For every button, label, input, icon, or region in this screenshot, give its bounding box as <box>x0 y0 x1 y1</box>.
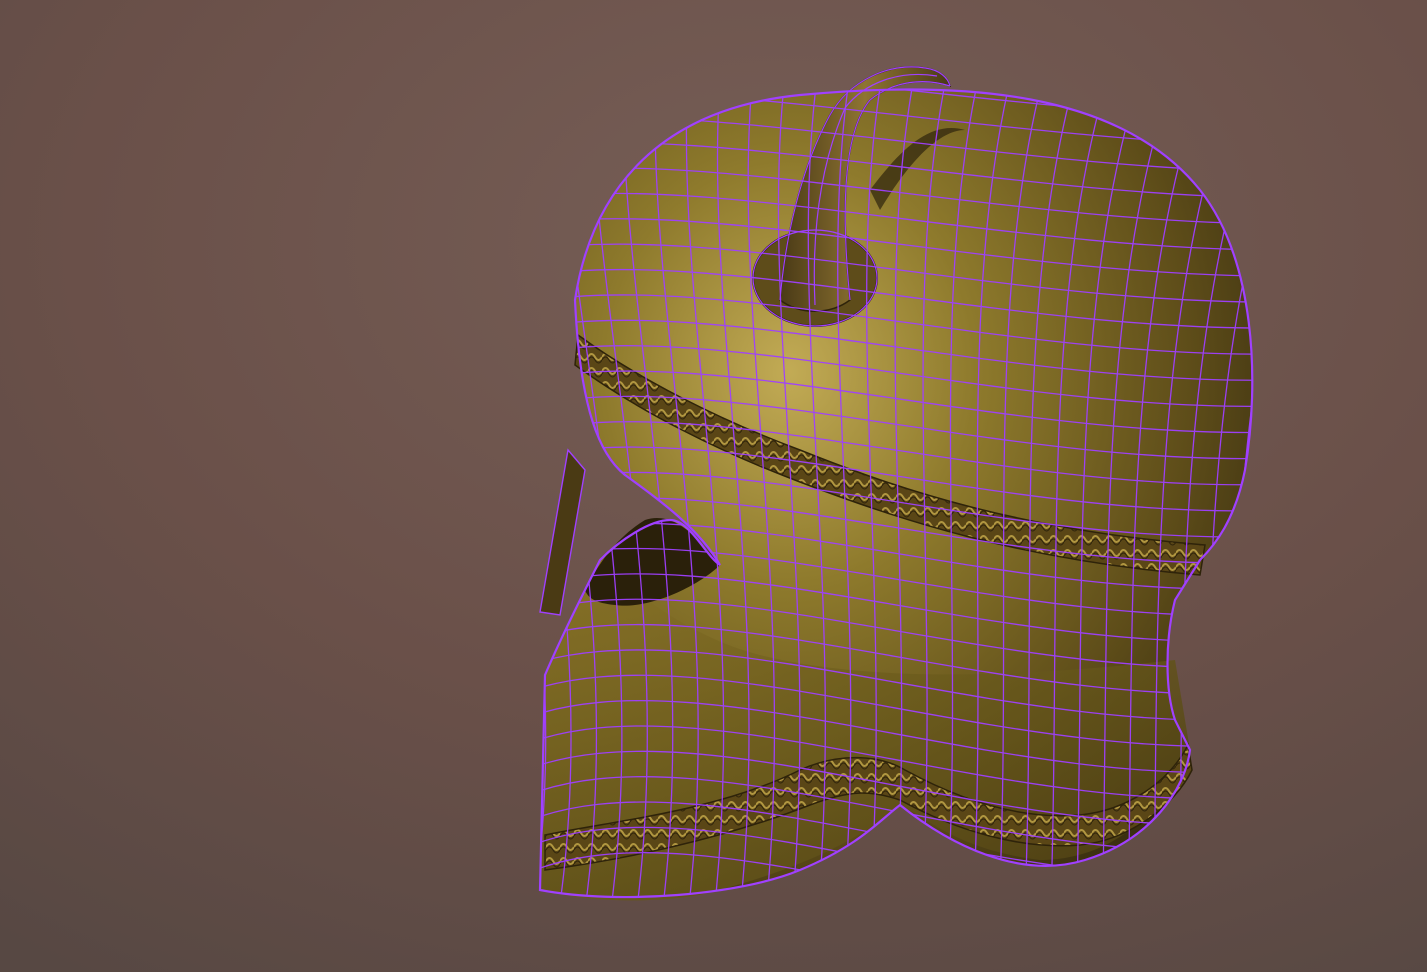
3d-viewport[interactable] <box>0 0 1427 972</box>
helmet-model[interactable] <box>0 0 1427 972</box>
nose-guard <box>539 448 586 616</box>
